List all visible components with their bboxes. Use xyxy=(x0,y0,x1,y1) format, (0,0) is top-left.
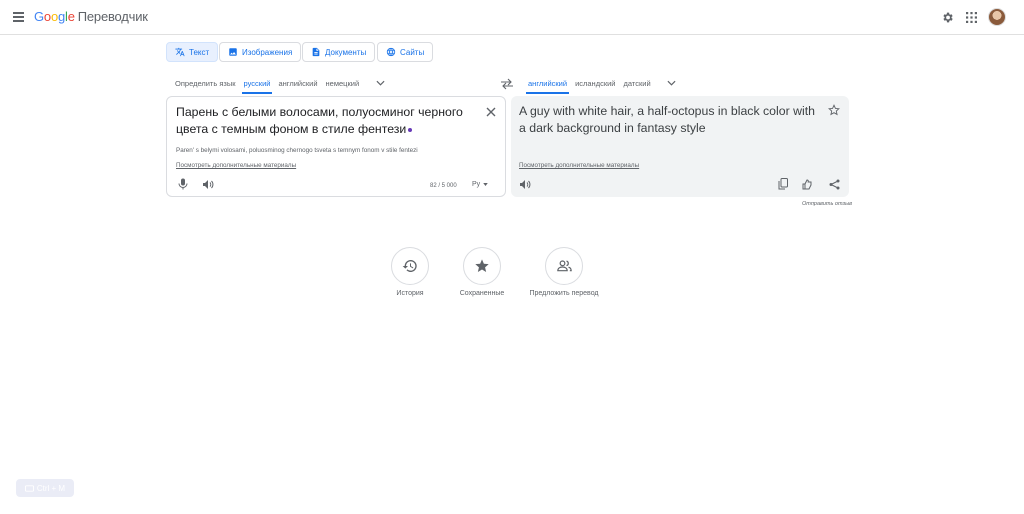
image-icon xyxy=(229,48,237,56)
copy-icon[interactable] xyxy=(776,177,790,191)
send-feedback-link[interactable]: Отправить отзыв xyxy=(802,201,852,207)
tab-documents-label: Документы xyxy=(325,47,367,57)
source-lang-english[interactable]: английский xyxy=(274,72,321,94)
source-lang-russian[interactable]: русский xyxy=(240,72,275,94)
apps-icon[interactable] xyxy=(963,9,979,25)
tab-images[interactable]: Изображения xyxy=(219,42,302,62)
target-panel: A guy with white hair, a half-octopus in… xyxy=(511,96,849,197)
tab-sites[interactable]: Сайты xyxy=(377,42,434,62)
target-lang-english[interactable]: английский xyxy=(524,72,571,94)
keyboard-icon xyxy=(24,484,34,492)
history-label: История xyxy=(396,290,424,297)
swap-languages-icon[interactable] xyxy=(500,77,514,90)
star-outline-icon[interactable] xyxy=(827,103,841,117)
contribute-button[interactable] xyxy=(545,247,583,285)
target-lang-more-chevron-down-icon[interactable] xyxy=(665,76,679,90)
caret-down-icon xyxy=(483,183,488,186)
product-name: Переводчик xyxy=(77,9,148,24)
menu-icon[interactable] xyxy=(11,9,27,25)
share-icon[interactable] xyxy=(827,177,841,191)
source-language-bar: Определить язык русский английский немец… xyxy=(171,72,387,94)
tab-images-label: Изображения xyxy=(242,47,293,57)
source-lang-detect[interactable]: Определить язык xyxy=(171,72,240,94)
app-header: Google Переводчик xyxy=(0,0,1024,35)
source-lang-more-chevron-down-icon[interactable] xyxy=(373,76,387,90)
document-icon xyxy=(312,47,320,57)
microphone-icon[interactable] xyxy=(176,177,190,191)
source-more-link[interactable]: Посмотреть дополнительные материалы xyxy=(176,162,296,169)
source-textarea[interactable]: Парень с белыми волосами, полуосминог че… xyxy=(176,104,481,138)
history-button[interactable] xyxy=(391,247,429,285)
history-shortcut: История xyxy=(370,247,450,297)
target-speaker-icon[interactable] xyxy=(518,177,532,191)
keyboard-selector[interactable]: Ру xyxy=(472,181,488,188)
saved-button[interactable] xyxy=(463,247,501,285)
rate-translation-icon[interactable] xyxy=(801,177,815,191)
source-text: Парень с белыми волосами, полуосминог че… xyxy=(176,105,463,136)
globe-icon xyxy=(386,47,396,57)
source-panel: Парень с белыми волосами, полуосминог че… xyxy=(166,96,506,197)
ctrl-m-label: Ctrl + M xyxy=(36,483,66,493)
people-icon xyxy=(556,260,572,272)
source-lang-german[interactable]: немецкий xyxy=(322,72,364,94)
target-language-bar: английский исландский датский xyxy=(524,72,679,94)
tab-sites-label: Сайты xyxy=(400,47,425,57)
saved-label: Сохраненные xyxy=(459,290,505,297)
keyboard-label: Ру xyxy=(472,181,481,188)
target-lang-danish[interactable]: датский xyxy=(619,72,654,94)
speaker-icon[interactable] xyxy=(201,177,215,191)
translation-text: A guy with white hair, a half-octopus in… xyxy=(519,104,815,135)
translate-icon xyxy=(175,47,185,57)
grammar-dot-icon xyxy=(408,127,413,132)
google-translate-logo[interactable]: Google Переводчик xyxy=(34,9,148,24)
contribute-label: Предложить перевод xyxy=(529,290,599,297)
star-icon xyxy=(475,259,489,272)
history-icon xyxy=(402,259,417,272)
tab-text[interactable]: Текст xyxy=(166,42,219,62)
tab-text-label: Текст xyxy=(189,47,210,57)
avatar[interactable] xyxy=(988,8,1006,26)
target-lang-icelandic[interactable]: исландский xyxy=(571,72,619,94)
gear-icon[interactable] xyxy=(939,9,955,25)
saved-shortcut: Сохраненные xyxy=(442,247,522,297)
transliteration: Paren' s belymi volosami, poluosminog ch… xyxy=(176,147,418,154)
tab-documents[interactable]: Документы xyxy=(302,42,376,62)
contribute-shortcut: Предложить перевод xyxy=(524,247,604,297)
ctrl-m-badge[interactable]: Ctrl + M xyxy=(16,479,74,497)
target-more-link[interactable]: Посмотреть дополнительные материалы xyxy=(519,162,639,169)
close-icon[interactable] xyxy=(484,105,498,119)
character-count: 82 / 5 000 xyxy=(430,183,457,189)
